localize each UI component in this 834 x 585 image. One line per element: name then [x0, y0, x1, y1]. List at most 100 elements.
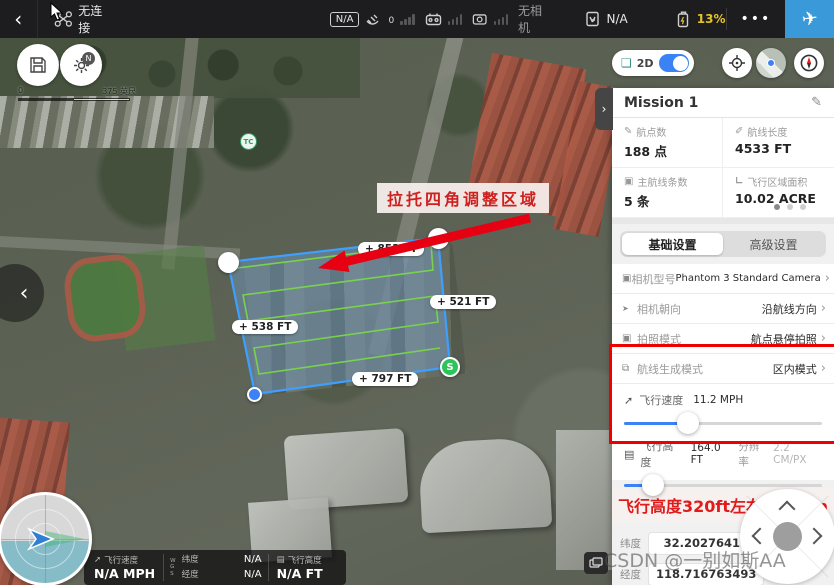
stat-value: 188 点: [624, 141, 712, 160]
minimap-button[interactable]: [756, 48, 786, 78]
wgs-label: WGS: [164, 550, 175, 585]
signal-bars-icon: [448, 14, 463, 25]
nudge-up-button[interactable]: [779, 501, 796, 518]
scale-label: 375 英尺: [102, 86, 136, 97]
connection-status: 无连接: [78, 2, 112, 36]
altitude-icon: [624, 448, 634, 461]
speed-icon: [624, 394, 633, 407]
settings-tabs: 基础设置 高级设置: [620, 231, 826, 257]
polygon-corner-handle-selected[interactable]: [247, 387, 262, 402]
annotation-box: 拉托四角调整区域: [377, 183, 549, 213]
setting-row-camera-heading[interactable]: 相机朝向 沿航线方向 ›: [612, 294, 834, 324]
resolution-label: 分辨率: [738, 439, 767, 469]
chevron-right-icon: ›: [825, 271, 830, 286]
nudge-right-button[interactable]: [806, 528, 823, 545]
chevron-right-icon: ›: [821, 301, 826, 316]
edge-length-label: + 797 FT: [352, 372, 418, 386]
speed-slider[interactable]: [624, 412, 822, 434]
aircraft-heading-icon: [23, 526, 57, 552]
speed-value: 11.2 MPH: [693, 394, 743, 406]
map-white-building: [284, 428, 409, 510]
polygon-corner-handle[interactable]: [428, 228, 449, 249]
compass-button[interactable]: [794, 48, 824, 78]
route-mode-icon: [622, 363, 637, 374]
edge-length-label: + 853 FT: [358, 242, 424, 256]
stat-value: 4533 FT: [735, 141, 824, 156]
north-badge: N: [82, 52, 95, 65]
map-scale-bar: 0 375 英尺: [18, 88, 136, 102]
flight-planner-app: 0 375 英尺 S TC + 853 FT + 521 FT + 538 FT…: [0, 0, 834, 585]
satellite-icon: [365, 12, 382, 27]
satellite-count: 0: [388, 16, 394, 26]
telemetry-lat-label: 纬度: [182, 554, 199, 566]
tab-basic-settings[interactable]: 基础设置: [622, 233, 723, 255]
save-mission-button[interactable]: [17, 44, 59, 86]
top-status-bar: ‹ 无连接 N/A 0: [0, 0, 834, 38]
tc-map-marker[interactable]: TC: [240, 133, 257, 150]
camera-signal-icon: [472, 12, 487, 26]
settings-gear-button[interactable]: [60, 44, 102, 86]
altitude-value: 164.0 FT: [691, 442, 733, 466]
checklist-value: N/A: [607, 12, 628, 26]
scale-zero: 0: [18, 86, 23, 95]
map-2d-toggle[interactable]: [659, 54, 689, 72]
telemetry-alt-value: N/A FT: [277, 566, 323, 581]
mission-title: Mission 1: [624, 95, 698, 111]
telemetry-speed-label: 飞行速度: [104, 554, 138, 566]
altitude-icon: [277, 555, 285, 565]
mission-header: Mission 1 ✎: [612, 88, 834, 118]
mouse-cursor: [50, 2, 64, 22]
map-mode-pill: ❏ 2D: [612, 50, 694, 76]
stat-value: 5 条: [624, 191, 712, 210]
more-options-button[interactable]: •••: [726, 11, 785, 27]
stats-pagination-dots[interactable]: [774, 204, 806, 210]
waypoints-icon: [624, 126, 632, 137]
layers-icon: ❏: [621, 57, 632, 69]
speed-label: 飞行速度: [639, 392, 683, 408]
annotation-text: 拉托四角调整区域: [387, 190, 539, 209]
scale-bar-line: [18, 98, 130, 101]
speed-icon: [94, 555, 101, 565]
attitude-indicator: [0, 492, 92, 585]
setting-row-photo-mode[interactable]: 拍照模式 航点悬停拍照 ›: [612, 324, 834, 354]
camera-heading-icon: [622, 303, 637, 314]
locate-me-button[interactable]: [722, 48, 752, 78]
map-white-building: [418, 437, 553, 534]
setting-row-route-mode[interactable]: 航线生成模式 区内模式 ›: [612, 354, 834, 384]
nudge-left-button[interactable]: [752, 528, 769, 545]
telemetry-lng-label: 经度: [182, 569, 199, 581]
chevron-right-icon: ›: [821, 331, 826, 346]
telemetry-speed-value: N/A MPH: [94, 566, 155, 581]
telemetry-alt-label: 飞行高度: [288, 554, 322, 566]
telemetry-status-bar: 飞行速度 N/A MPH WGS 纬度 N/A 经度 N/A 飞行高度 N/A FT: [84, 550, 346, 585]
battery-icon: [676, 11, 691, 28]
camera-model-icon: [622, 273, 631, 284]
telemetry-latlng: 纬度 N/A 经度 N/A: [176, 550, 268, 585]
telemetry-lat-value: N/A: [244, 553, 262, 568]
tab-advanced-settings[interactable]: 高级设置: [723, 233, 824, 255]
edge-length-label: + 521 FT: [430, 295, 496, 309]
camera-status: 无相机: [518, 2, 551, 36]
gps-mode-badge: N/A: [330, 12, 360, 27]
back-button[interactable]: ‹: [0, 0, 38, 38]
setting-row-camera-model[interactable]: 相机型号 Phantom 3 Standard Camera ›: [612, 264, 834, 294]
signal-bars-icon: [400, 14, 415, 25]
takeoff-button[interactable]: ✈: [785, 0, 834, 38]
airplane-icon: ✈: [800, 7, 819, 31]
stat-area: 飞行区域面积 10.02 ACRE: [723, 168, 834, 218]
map-2d-label: 2D: [637, 57, 654, 70]
altitude-slider-knob[interactable]: [642, 474, 664, 496]
start-point-marker[interactable]: S: [440, 357, 460, 377]
panel-collapse-tab[interactable]: ›: [595, 88, 613, 130]
checklist-icon: [585, 11, 601, 27]
polygon-corner-handle[interactable]: [218, 252, 239, 273]
remote-controller-icon: [425, 12, 442, 26]
chevron-right-icon: ›: [821, 361, 826, 376]
telemetry-lng-value: N/A: [244, 568, 262, 583]
mainlines-icon: [624, 176, 633, 187]
area-icon: [735, 176, 743, 187]
edit-mission-icon[interactable]: ✎: [811, 95, 822, 110]
mission-stats: 航点数 188 点 航线长度 4533 FT 主航线条数 5 条 飞行区域面积 …: [612, 118, 834, 224]
stat-main-lines: 主航线条数 5 条: [612, 168, 723, 218]
speed-slider-knob[interactable]: [677, 412, 699, 434]
